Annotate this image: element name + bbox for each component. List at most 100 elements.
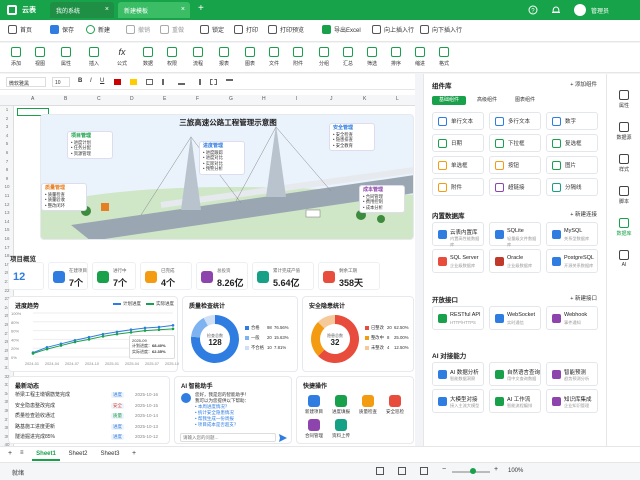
row-number[interactable]: 12 (0, 202, 14, 207)
rail-item[interactable]: 数据源 (607, 122, 640, 141)
new-api-button[interactable]: + 新建接口 (570, 294, 597, 302)
news-item[interactable]: 质量检查验收通过 质量 2025-10-14 (15, 412, 160, 423)
tab-advanced[interactable]: 高级组件 (470, 96, 504, 105)
col-A[interactable]: A (31, 96, 34, 102)
news-item[interactable]: 路基施工进度更新 进度 2025-10-13 (15, 423, 160, 434)
home-button[interactable]: 首页 (8, 25, 32, 34)
component-item[interactable]: 图片 (546, 156, 598, 174)
row-number[interactable]: 14 (0, 219, 14, 224)
rail-item[interactable]: 样式 (607, 154, 640, 173)
ribbon-file[interactable]: 文件 (262, 47, 286, 67)
items-item[interactable]: 自然语言查询 用中文查询数据 (489, 362, 541, 386)
news-item[interactable]: 桥梁工程主墩钢筋笼完成 进度 2025-10-16 (15, 391, 160, 402)
sheet-list-icon[interactable]: ≡ (20, 450, 24, 456)
font-select[interactable]: 微软雅黑 (6, 77, 46, 87)
sheet-tab-2[interactable]: Sheet2 (64, 448, 92, 461)
align-center-icon[interactable] (178, 79, 185, 85)
items-item[interactable]: AI 工作流 智能流程编排 (489, 389, 541, 413)
items-item[interactable]: WebSocket 实时通信 (489, 306, 541, 330)
row-number[interactable]: 4 (0, 133, 14, 138)
save-button[interactable]: 保存 (50, 25, 74, 34)
ribbon-report[interactable]: 报表 (212, 47, 236, 67)
news-item[interactable]: 安全隐患整改完成 安全 2025-10-15 (15, 402, 160, 413)
help-icon[interactable]: ? (528, 5, 538, 15)
ribbon-property[interactable]: 属性 (54, 47, 78, 67)
ribbon-filter[interactable]: 筛选 (360, 47, 384, 67)
quick-action[interactable]: 合同管理 (303, 419, 325, 439)
border-icon[interactable] (146, 79, 153, 85)
fill-color-icon[interactable] (130, 79, 137, 85)
col-K[interactable]: K (363, 96, 366, 102)
row-number[interactable]: 17 (0, 245, 14, 250)
items-item[interactable]: MySQL 关系型数据库 (546, 222, 598, 246)
items-item[interactable]: 大模型对接 接入主流大模型 (432, 389, 484, 413)
col-E[interactable]: E (163, 96, 166, 102)
lock-button[interactable]: 锁定 (200, 25, 224, 34)
row-number[interactable]: 6 (0, 150, 14, 155)
insert-row-below-button[interactable]: 向下插入行 (420, 25, 462, 34)
ribbon-permission[interactable]: 权限 (160, 47, 184, 67)
component-item[interactable]: 按钮 (489, 156, 541, 174)
component-item[interactable]: 单行文本 (432, 112, 484, 130)
quick-action[interactable]: 安全巡检 (384, 395, 406, 415)
quick-action[interactable]: 新建项目 (303, 395, 325, 415)
row-number[interactable]: 2 (0, 116, 14, 121)
ribbon-format[interactable]: 格式 (432, 47, 456, 67)
send-icon[interactable] (279, 434, 287, 442)
ribbon-formula[interactable]: fx 公式 (110, 47, 134, 67)
tab-new-template[interactable]: 新建模板 × (118, 2, 190, 18)
add-component-button[interactable]: + 添加组件 (570, 80, 597, 88)
quick-action[interactable]: 进度填报 (330, 395, 352, 415)
ribbon-sort[interactable]: 排序 (384, 47, 408, 67)
component-item[interactable]: 复选框 (546, 134, 598, 152)
component-item[interactable]: 日期 (432, 134, 484, 152)
row-number[interactable]: 16 (0, 236, 14, 241)
ribbon-insert[interactable]: 插入 (82, 47, 106, 67)
items-item[interactable]: 知识库集成 企业知识管理 (546, 389, 598, 413)
row-number[interactable]: 15 (0, 227, 14, 232)
ribbon-summary[interactable]: 汇总 (336, 47, 360, 67)
tab-chart[interactable]: 图表组件 (508, 96, 542, 105)
ai-question-input[interactable] (180, 433, 276, 442)
items-item[interactable]: Oracle 企业级数据库 (489, 249, 541, 273)
bold-button[interactable]: B (78, 78, 82, 84)
component-item[interactable]: 超链接 (489, 178, 541, 196)
row-number[interactable]: 1 (0, 107, 14, 112)
component-item[interactable]: 数字 (546, 112, 598, 130)
tab-basic[interactable]: 基础组件 (432, 96, 466, 105)
items-item[interactable]: 云表内置库 内置高性能数据库 (432, 222, 484, 247)
sheet-tab-1[interactable]: Sheet1 (32, 448, 60, 461)
component-item[interactable]: 附件 (432, 178, 484, 196)
insert-row-above-button[interactable]: 向上插入行 (372, 25, 414, 34)
avatar[interactable] (574, 4, 586, 16)
tab-my-system[interactable]: 我的系统 × (50, 2, 114, 18)
zoom-in-button[interactable]: + (494, 466, 498, 473)
col-B[interactable]: B (64, 96, 67, 102)
ribbon-add[interactable]: 添加 (4, 47, 28, 67)
add-tab-button[interactable]: + (198, 3, 204, 14)
component-item[interactable]: 单选框 (432, 156, 484, 174)
items-item[interactable]: Webhook 事件通知 (546, 306, 598, 330)
news-item[interactable]: 隧道掘进完成85% 进度 2025-10-12 (15, 433, 160, 444)
rail-item[interactable]: 脚本 (607, 186, 640, 205)
close-icon[interactable]: × (105, 6, 109, 13)
ribbon-group[interactable]: 分组 (312, 47, 336, 67)
redo-button[interactable]: 重做 (160, 25, 184, 34)
row-number[interactable]: 10 (0, 184, 14, 189)
underline-button[interactable]: U (100, 78, 104, 84)
font-color-icon[interactable] (114, 79, 121, 85)
col-C[interactable]: C (97, 96, 101, 102)
ribbon-data[interactable]: 数据 (136, 47, 160, 67)
italic-button[interactable]: I (90, 78, 92, 84)
items-item[interactable]: SQL Server 企业级数据库 (432, 249, 484, 273)
items-item[interactable]: SQLite 轻量级文件数据库 (489, 222, 541, 247)
row-number[interactable]: 11 (0, 193, 14, 198)
ai-suggestion[interactable]: • 项目成本是否超支？ (195, 422, 249, 428)
undo-button[interactable]: 撤销 (126, 25, 150, 34)
items-item[interactable]: 智能预测 趋势预测分析 (546, 362, 598, 386)
font-size-select[interactable]: 10 (52, 77, 70, 87)
ribbon-indent[interactable]: 缩进 (408, 47, 432, 67)
row-number[interactable]: 7 (0, 159, 14, 164)
sheet-tab-3[interactable]: Sheet3 (96, 448, 124, 461)
row-number[interactable]: 8 (0, 167, 14, 172)
